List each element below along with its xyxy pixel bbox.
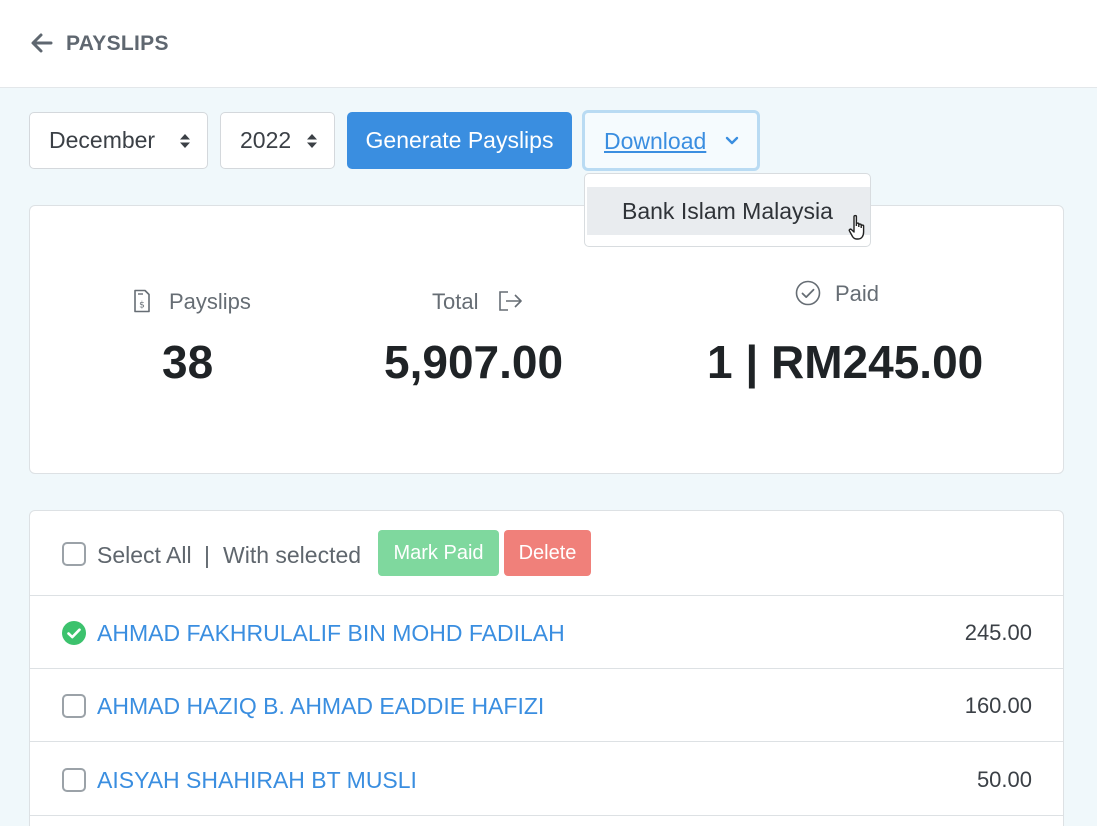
payslips-count: 38 — [162, 336, 214, 388]
hand-cursor-icon — [848, 214, 865, 240]
svg-text:$: $ — [139, 301, 145, 311]
list-actions-bar: Select All | With selected Mark Paid Del… — [30, 511, 1063, 596]
export-arrow-icon — [499, 291, 522, 311]
total-label: Total — [432, 289, 479, 314]
receipt-dollar-icon: $ — [134, 289, 150, 313]
employee-name-link[interactable]: AHMAD HAZIQ B. AHMAD EADDIE HAFIZI — [97, 693, 544, 720]
separator: | — [204, 542, 210, 568]
total-amount: 5,907.00 — [384, 336, 564, 388]
year-select-value: 2022 — [240, 127, 292, 153]
payslip-amount: 50.00 — [976, 767, 1032, 792]
row-checkbox[interactable] — [62, 694, 86, 718]
row-checkbox[interactable] — [62, 768, 86, 792]
download-label: Download — [604, 128, 707, 154]
payslips-label: Payslips — [169, 289, 251, 314]
payslip-amount: 160.00 — [964, 693, 1032, 718]
year-select[interactable]: 2022 — [220, 112, 335, 169]
back-arrow-icon[interactable] — [30, 31, 54, 55]
sort-caret-icon — [180, 134, 190, 148]
chevron-down-icon — [725, 136, 739, 145]
download-dropdown-button[interactable]: Download — [582, 110, 760, 171]
table-row: AHMAD FAKHRULALIF BIN MOHD FADILAH 245.0… — [30, 596, 1063, 669]
table-row: AHMAD HAZIQ B. AHMAD EADDIE HAFIZI 160.0… — [30, 669, 1063, 742]
download-menu: Bank Islam Malaysia — [584, 173, 871, 247]
payslip-list: Select All | With selected Mark Paid Del… — [29, 510, 1064, 826]
employee-name-link[interactable]: AHMAD FAKHRULALIF BIN MOHD FADILAH — [97, 620, 565, 647]
menu-item-bank-islam-malaysia[interactable]: Bank Islam Malaysia — [587, 187, 870, 235]
select-all-label[interactable]: Select All — [97, 542, 192, 569]
month-select-value: December — [49, 127, 156, 153]
employee-name-link[interactable]: AISYAH SHAHIRAH BT MUSLI — [97, 767, 417, 794]
top-bar: PAYSLIPS — [0, 0, 1097, 88]
month-select[interactable]: December — [29, 112, 208, 169]
paid-summary: 1 | RM245.00 — [707, 336, 984, 388]
with-selected-label: With selected — [223, 542, 362, 568]
generate-payslips-button[interactable]: Generate Payslips — [347, 112, 572, 169]
select-all-checkbox[interactable] — [62, 542, 86, 566]
delete-button[interactable]: Delete — [504, 530, 591, 576]
table-row: AISYAH SHAHIRAH BT MUSLI 50.00 — [30, 743, 1063, 816]
paid-check-icon — [62, 621, 86, 645]
paid-label: Paid — [835, 281, 880, 306]
mark-paid-button[interactable]: Mark Paid — [378, 530, 499, 576]
summary-card: $ Payslips 38 Total 5,907.00 Paid 1 | RM… — [29, 205, 1064, 474]
sort-caret-icon — [307, 134, 317, 148]
check-circle-icon — [795, 280, 821, 306]
payslip-amount: 245.00 — [964, 620, 1032, 645]
page-title: PAYSLIPS — [66, 32, 169, 55]
